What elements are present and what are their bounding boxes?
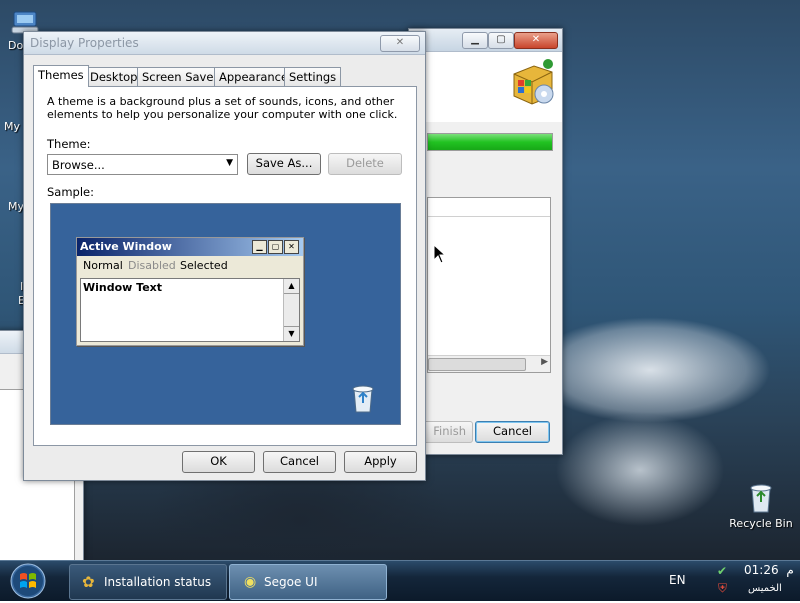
clock-time[interactable]: 01:26 م	[744, 563, 794, 577]
start-button[interactable]	[8, 562, 48, 600]
tab-appearance[interactable]: Appearance	[214, 67, 294, 86]
installer-header	[409, 52, 562, 122]
installer-titlebar[interactable]: ▁ ▢ ✕	[409, 29, 562, 52]
tab-settings[interactable]: Settings	[284, 67, 342, 86]
save-as-button[interactable]: Save As...	[247, 153, 321, 175]
clock-time-value: 01:26	[744, 563, 779, 577]
installer-progress-bar	[427, 133, 553, 151]
desktop-icon-recycle-bin[interactable]: Recycle Bin	[726, 482, 796, 530]
installer-log-header	[428, 198, 550, 217]
font-viewer-icon: ◉	[244, 574, 257, 590]
chevron-down-icon[interactable]: ▼	[226, 158, 233, 168]
security-shield-icon[interactable]: ⛨	[718, 581, 727, 596]
preview-menu-selected: Selected	[180, 259, 228, 272]
preview-close-icon: ✕	[284, 240, 299, 254]
taskbar-item-installation-status[interactable]: ✿ Installation status	[69, 564, 227, 600]
themes-description: A theme is a background plus a set of so…	[47, 95, 398, 121]
desktop-icon-label: My	[4, 120, 21, 133]
taskbar-item-label: Segoe UI	[264, 575, 318, 589]
language-indicator[interactable]: EN	[669, 573, 686, 587]
desktop-icon-documents[interactable]: My	[4, 120, 20, 133]
installer-window: ▁ ▢ ✕ ▶ Finish Cancel	[408, 28, 563, 455]
preview-window-text: Window Text	[83, 281, 163, 294]
taskbar-item-segoe-ui[interactable]: ◉ Segoe UI	[229, 564, 387, 600]
scroll-down-icon: ▼	[284, 326, 299, 341]
installer-log-hscrollbar[interactable]: ▶	[428, 355, 550, 372]
windows-logo-icon	[10, 563, 46, 599]
delete-button[interactable]: Delete	[328, 153, 402, 175]
preview-menu-bar: Normal Disabled Selected	[77, 256, 303, 274]
mouse-cursor-icon	[433, 244, 447, 264]
dialog-close-button[interactable]: ✕	[380, 35, 420, 52]
installer-close-button[interactable]: ✕	[514, 32, 558, 49]
recycle-bin-icon	[750, 484, 772, 513]
theme-select[interactable]: Browse... ▼	[47, 154, 238, 175]
preview-active-window: Active Window ▁ ▢ ✕ Normal Disabled Sele…	[76, 237, 304, 346]
installer-maximize-button[interactable]: ▢	[488, 32, 514, 49]
sample-label: Sample:	[47, 185, 94, 199]
preview-menu-normal: Normal	[83, 259, 123, 272]
network-tray-icon[interactable]: ✔	[717, 564, 727, 578]
installer-log-list[interactable]: ▶	[427, 197, 551, 373]
preview-menu-disabled: Disabled	[128, 259, 176, 272]
installer-cancel-button[interactable]: Cancel	[475, 421, 550, 443]
desktop-icon-label: My	[8, 200, 25, 213]
dialog-titlebar[interactable]: Display Properties ✕	[24, 32, 425, 55]
preview-maximize-icon: ▢	[268, 240, 283, 254]
themes-panel: A theme is a background plus a set of so…	[33, 86, 417, 446]
scroll-right-icon[interactable]: ▶	[541, 357, 548, 367]
preview-recycle-bin-icon	[352, 385, 374, 413]
installer-minimize-button[interactable]: ▁	[462, 32, 488, 49]
theme-sample-preview: Active Window ▁ ▢ ✕ Normal Disabled Sele…	[50, 203, 401, 425]
preview-title: Active Window	[80, 240, 172, 253]
clock-day: الخميس	[748, 583, 782, 594]
display-properties-dialog: Display Properties ✕ Themes Desktop Scre…	[23, 31, 426, 481]
ok-button[interactable]: OK	[182, 451, 255, 473]
tab-themes[interactable]: Themes	[33, 65, 89, 87]
clock-ampm: م	[786, 563, 794, 577]
installer-log-scroll-thumb[interactable]	[428, 358, 526, 371]
preview-text-area: Window Text ▲ ▼	[80, 278, 300, 342]
taskbar: ✿ Installation status ◉ Segoe UI EN ✔ ⛨ …	[0, 560, 800, 601]
installer-package-icon	[513, 59, 554, 105]
recycle-bin-label: Recycle Bin	[729, 517, 793, 530]
desktop-icon-computer[interactable]: My	[8, 200, 24, 213]
preview-minimize-icon: ▁	[252, 240, 267, 254]
preview-vscrollbar: ▲ ▼	[283, 279, 299, 341]
theme-select-value: Browse...	[52, 158, 105, 172]
tab-screen-saver[interactable]: Screen Saver	[137, 67, 224, 86]
apply-button[interactable]: Apply	[344, 451, 417, 473]
tab-strip: Themes Desktop Screen Saver Appearance S…	[33, 65, 413, 87]
taskbar-item-label: Installation status	[104, 575, 212, 589]
installer-progress-fill	[428, 134, 552, 150]
dialog-title: Display Properties	[30, 36, 139, 50]
scroll-up-icon: ▲	[284, 279, 299, 294]
cancel-button[interactable]: Cancel	[263, 451, 336, 473]
preview-titlebar: Active Window ▁ ▢ ✕	[77, 238, 303, 256]
theme-label: Theme:	[47, 137, 91, 151]
tab-desktop[interactable]: Desktop	[85, 67, 143, 86]
installer-app-icon: ✿	[82, 573, 95, 591]
